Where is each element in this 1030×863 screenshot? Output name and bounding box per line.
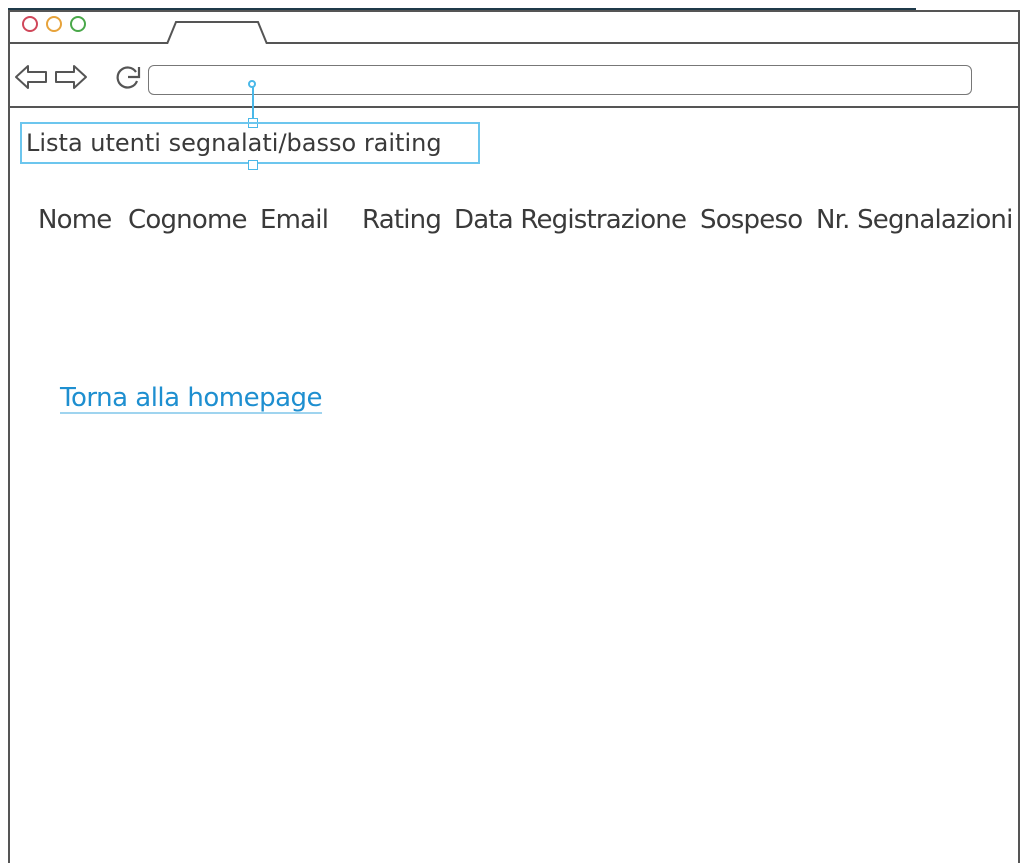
browser-toolbar [8,44,1020,108]
address-bar-input[interactable] [148,65,972,95]
minimize-window-button[interactable] [46,16,62,32]
column-header-nr-segnalazioni: Nr. Segnalazioni [816,205,1013,235]
maximize-window-button[interactable] [70,16,86,32]
back-to-homepage-link[interactable]: Torna alla homepage [60,378,323,418]
reload-icon[interactable] [112,64,144,90]
selection-rotate-handle[interactable] [248,80,256,88]
column-header-rating: Rating [362,205,442,235]
browser-titlebar [8,10,1020,44]
column-header-data-registrazione: Data Registrazione [454,205,687,235]
arrow-right-icon[interactable] [54,64,88,90]
table-header-row: Nome Cognome Email Rating Data Registraz… [38,200,1018,240]
selection-resize-handle-bottom[interactable] [248,160,258,170]
close-window-button[interactable] [22,16,38,32]
column-header-sospeso: Sospeso [700,205,803,235]
column-header-nome: Nome [38,205,112,235]
column-header-cognome: Cognome [128,205,247,235]
arrow-left-icon[interactable] [14,64,48,90]
browser-tab[interactable] [166,20,268,44]
selection-connector [252,86,254,122]
column-header-email: Email [260,205,329,235]
page-title[interactable]: Lista utenti segnalati/basso raiting [20,122,480,164]
